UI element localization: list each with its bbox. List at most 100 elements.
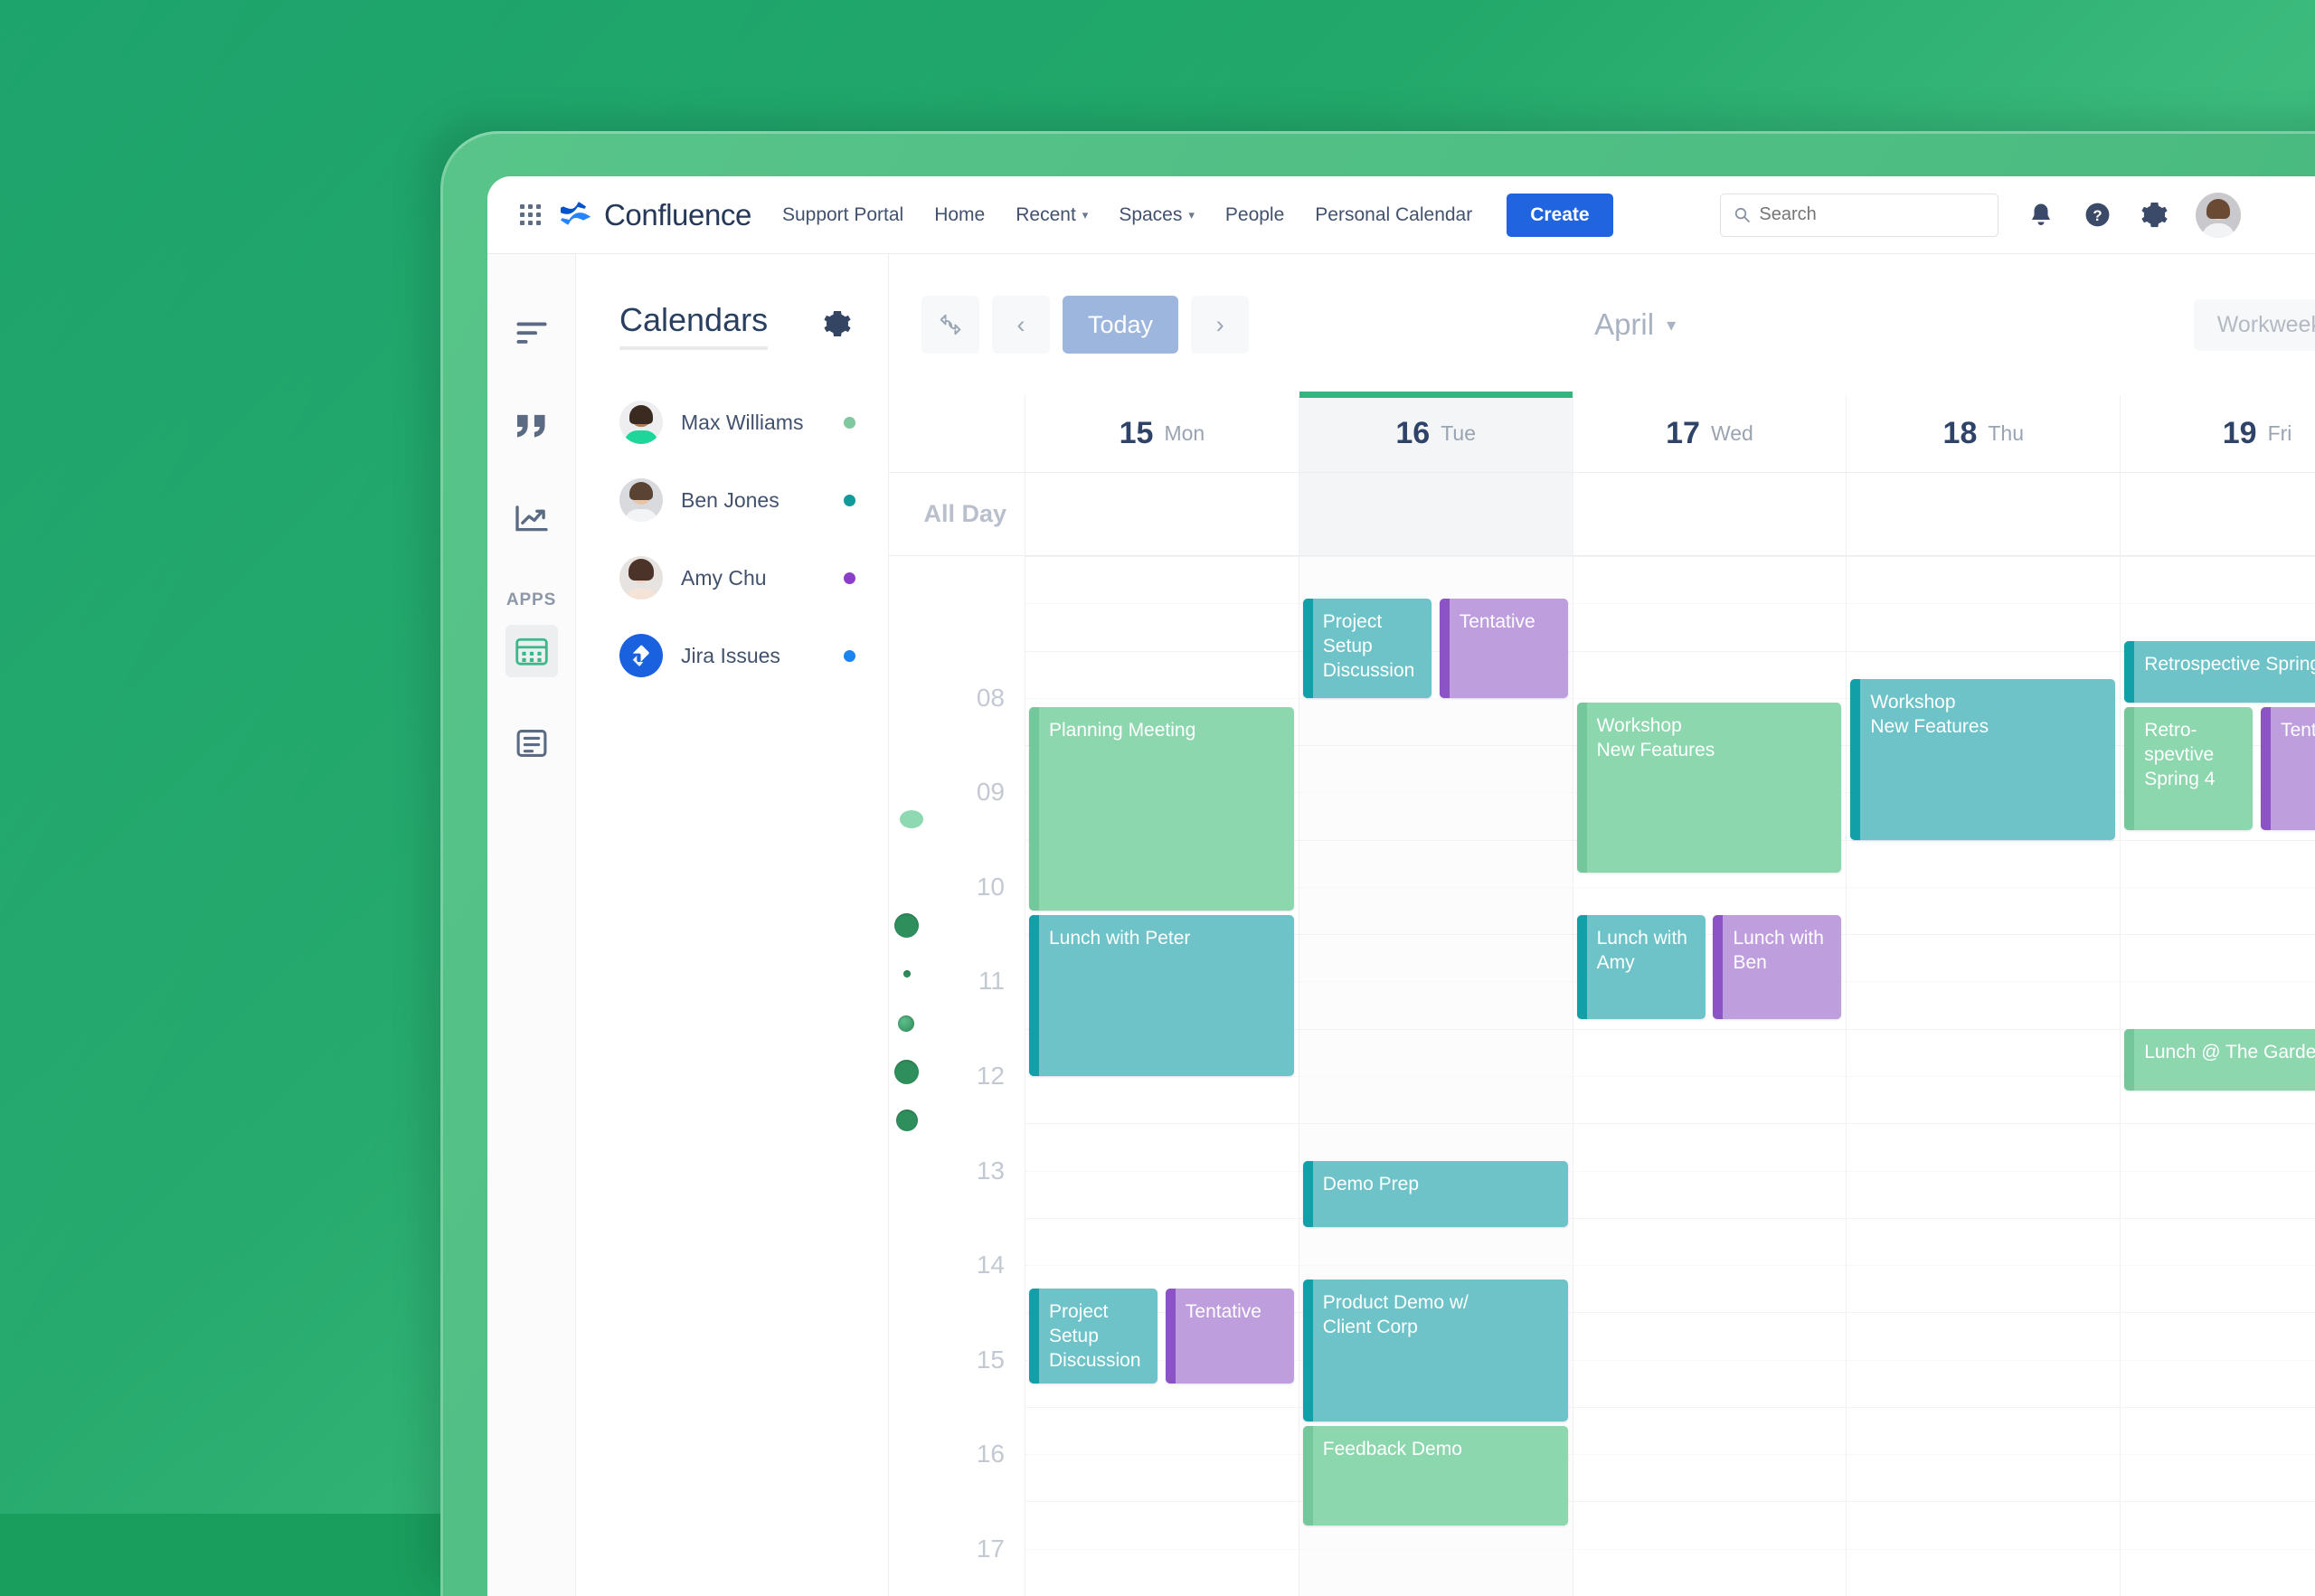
grid-line (1299, 745, 1573, 746)
grid-line (1847, 1312, 2120, 1313)
calendar-item-max-williams[interactable]: Max Williams (619, 401, 855, 444)
search-input[interactable] (1759, 204, 1984, 225)
grid-line (1299, 1076, 1573, 1077)
calendar-event[interactable]: Lunch @ The Garden Inn (2124, 1029, 2315, 1091)
analytics-icon[interactable] (506, 493, 558, 545)
all-day-cell-tue[interactable] (1299, 473, 1573, 555)
calendar-event[interactable]: Lunch with Ben (1713, 915, 1841, 1019)
grid-line (1025, 1549, 1299, 1550)
grid-line (1299, 1265, 1573, 1266)
nav-link-recent[interactable]: Recent ▾ (1016, 204, 1088, 226)
day-column-wed[interactable]: Workshop New Features Lunch with AmyLunch… (1573, 556, 1847, 1596)
time-label: 17 (977, 1535, 1005, 1563)
calendar-event[interactable]: Retro- spevtive Spring 4 (2124, 707, 2253, 830)
day-number: 18 (1943, 416, 1978, 451)
calendar-item-label: Max Williams (681, 411, 826, 435)
grid-line (1299, 792, 1573, 793)
day-header-gutter (889, 395, 1025, 472)
all-day-cell-mon[interactable] (1025, 473, 1299, 555)
device-button-volume-up[interactable] (894, 1060, 919, 1084)
day-header-wed[interactable]: 17 Wed (1573, 395, 1847, 472)
calendar-event[interactable]: Workshop New Features (1577, 703, 1842, 873)
grid-line (2121, 1501, 2315, 1502)
chevron-down-icon: ▾ (1082, 208, 1089, 222)
day-column-mon[interactable]: Planning Meeting Lunch with Peter Project … (1025, 556, 1299, 1596)
previous-week-button[interactable]: ‹ (992, 296, 1050, 354)
calendar-event[interactable]: Tentative (1440, 599, 1568, 698)
grid-line (1573, 1171, 1847, 1172)
all-day-cell-wed[interactable] (1573, 473, 1847, 555)
calendar-app-icon[interactable] (506, 625, 558, 677)
nav-link-personal-calendar[interactable]: Personal Calendar (1315, 204, 1472, 226)
bell-icon[interactable] (2027, 202, 2055, 229)
nav-link-spaces[interactable]: Spaces ▾ (1119, 204, 1195, 226)
month-selector[interactable]: April ▾ (1594, 307, 1676, 342)
grid-line (1847, 981, 2120, 982)
view-selector[interactable]: Workweek ▾ (2194, 299, 2315, 351)
day-number: 15 (1120, 416, 1154, 451)
tablet-screen: Confluence Support Portal Home Recent ▾ … (487, 176, 2315, 1596)
nav-link-support-portal[interactable]: Support Portal (782, 204, 903, 226)
calendar-color-dot[interactable] (844, 572, 855, 584)
day-column-tue[interactable]: Project Setup DiscussionTentative Demo Pr… (1299, 556, 1573, 1596)
device-button-power[interactable] (894, 913, 919, 938)
user-avatar[interactable] (2196, 193, 2241, 238)
grid-line (2121, 603, 2315, 604)
calendar-item-amy-chu[interactable]: Amy Chu (619, 556, 855, 600)
nav-link-people[interactable]: People (1225, 204, 1284, 226)
calendar-color-dot[interactable] (844, 495, 855, 506)
calendar-event[interactable]: Tentative (1166, 1289, 1294, 1384)
refresh-button[interactable] (921, 296, 979, 354)
pages-icon[interactable] (506, 717, 558, 770)
calendar-event[interactable]: Planning Meeting (1029, 707, 1294, 911)
device-button-volume-down[interactable] (896, 1110, 918, 1131)
calendar-event[interactable]: Lunch with Peter (1029, 915, 1294, 1076)
gear-icon[interactable] (2140, 201, 2169, 229)
calendar-color-dot[interactable] (844, 650, 855, 662)
calendar-event[interactable]: Feedback Demo (1303, 1426, 1568, 1525)
day-column-fri[interactable]: Retrospective Spring 4Retro- spevtive Sp… (2120, 556, 2315, 1596)
day-header-mon[interactable]: 15 Mon (1025, 395, 1299, 472)
calendar-event[interactable]: Demo Prep (1303, 1161, 1568, 1227)
all-day-cell-fri[interactable] (2120, 473, 2315, 555)
grid-line (1847, 934, 2120, 935)
calendar-event[interactable]: Project Setup Discussion (1029, 1289, 1158, 1384)
day-number: 19 (2223, 416, 2257, 451)
grid-line (1573, 1123, 1847, 1124)
gear-icon[interactable] (823, 309, 852, 343)
day-header-tue[interactable]: 16 Tue (1299, 395, 1573, 472)
calendar-event[interactable]: Tentative (2261, 707, 2315, 830)
search-box[interactable] (1720, 194, 1998, 237)
device-microphone (903, 970, 911, 977)
calendar-event[interactable]: Lunch with Amy (1577, 915, 1706, 1019)
calendar-event-title: Product Demo w/ Client Corp (1323, 1291, 1557, 1340)
nav-link-label: Home (934, 204, 985, 226)
create-button[interactable]: Create (1507, 194, 1612, 237)
calendar-event[interactable]: Retrospective Spring 4 (2124, 641, 2315, 703)
all-day-cell-thu[interactable] (1846, 473, 2120, 555)
help-icon[interactable]: ? (2084, 201, 2112, 229)
calendar-color-dot[interactable] (844, 417, 855, 429)
next-week-button[interactable]: › (1191, 296, 1249, 354)
quote-icon[interactable] (506, 401, 558, 453)
day-header-fri[interactable]: 19 Fri (2120, 395, 2315, 472)
nav-link-home[interactable]: Home (934, 204, 985, 226)
grid-line (2121, 556, 2315, 557)
grid-line (1299, 1549, 1573, 1550)
confluence-brand[interactable]: Confluence (561, 198, 751, 232)
calendar-event-title: Lunch with Peter (1049, 927, 1283, 951)
calendar-event[interactable]: Product Demo w/ Client Corp (1303, 1280, 1568, 1421)
svg-text:?: ? (2093, 207, 2102, 224)
calendar-item-jira-issues[interactable]: Jira Issues (619, 634, 855, 677)
content-list-icon[interactable] (506, 308, 558, 361)
calendar-event[interactable]: Workshop New Features (1850, 679, 2115, 840)
app-switcher-icon[interactable] (520, 204, 541, 225)
chevron-down-icon: ▾ (1667, 314, 1676, 336)
day-column-thu[interactable]: Workshop New Features (1846, 556, 2120, 1596)
brand-name: Confluence (604, 198, 751, 232)
day-header-thu[interactable]: 18 Thu (1846, 395, 2120, 472)
calendar-event[interactable]: Project Setup Discussion (1303, 599, 1432, 698)
grid-line (1847, 556, 2120, 557)
today-button[interactable]: Today (1063, 296, 1178, 354)
calendar-item-ben-jones[interactable]: Ben Jones (619, 478, 855, 522)
